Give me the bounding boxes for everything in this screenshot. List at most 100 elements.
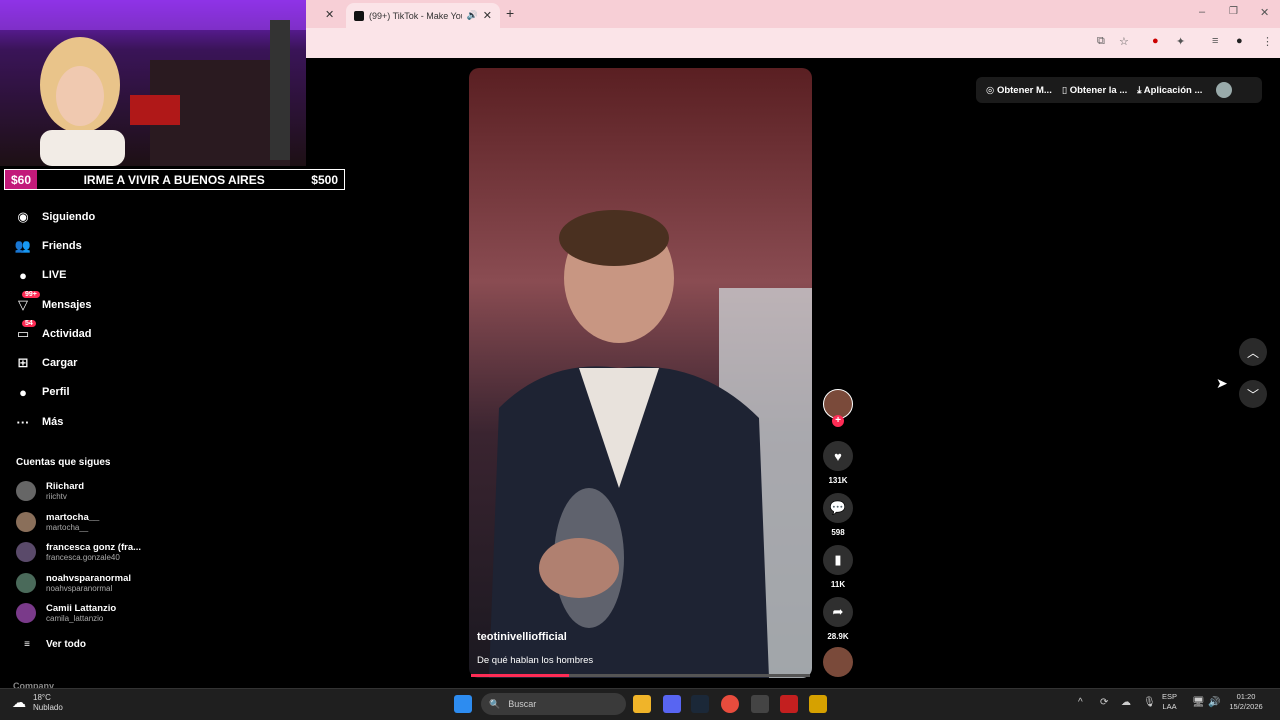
next-video-button[interactable]: ﹀ bbox=[1239, 380, 1267, 408]
account-name: Riichard bbox=[46, 481, 85, 492]
close-window-icon[interactable]: ✕ bbox=[1260, 6, 1269, 19]
account-name: noahvsparanormal bbox=[46, 573, 131, 584]
tray-app-icon[interactable]: ⟳ bbox=[1100, 697, 1108, 708]
app-icon[interactable] bbox=[751, 695, 769, 713]
sidebar-item-cargar[interactable]: ⊞ Cargar bbox=[14, 351, 154, 375]
chrome-icon[interactable] bbox=[721, 695, 739, 713]
list-icon: ≡ bbox=[24, 638, 30, 650]
profile-avatar-icon[interactable]: ● bbox=[1236, 35, 1243, 47]
desktop-app-button[interactable]: ⤓ Aplicación ... bbox=[1137, 85, 1202, 96]
onedrive-icon[interactable]: ☁ bbox=[1121, 697, 1131, 708]
new-tab-button[interactable]: + bbox=[506, 5, 514, 21]
sidebar-item-label: Cargar bbox=[42, 357, 78, 369]
heart-icon: ♥ bbox=[834, 448, 842, 464]
date: 15/2/2026 bbox=[1229, 702, 1263, 711]
save-count: 11K bbox=[830, 580, 846, 589]
sidebar-item-label: Más bbox=[42, 416, 64, 428]
like-button[interactable]: ♥ bbox=[823, 441, 853, 471]
like-count: 131K bbox=[828, 476, 848, 485]
get-coins-button[interactable]: ◎ Obtener M... bbox=[986, 85, 1052, 96]
maximize-icon[interactable]: ❐ bbox=[1229, 6, 1238, 17]
video-progress-fill bbox=[471, 674, 569, 677]
bookmark-star-icon[interactable]: ☆ bbox=[1119, 35, 1129, 48]
friends-icon: 👥 bbox=[14, 238, 32, 253]
layout: LAA bbox=[1162, 702, 1177, 711]
video-author[interactable]: teotinivelliofficial bbox=[477, 631, 567, 643]
activity-icon: ▭ 54 bbox=[14, 320, 36, 343]
sidebar-item-siguiendo[interactable]: ◉ Siguiendo bbox=[14, 205, 154, 229]
account-item[interactable]: Riichard riichtv bbox=[16, 477, 166, 505]
account-name: Camii Lattanzio bbox=[46, 603, 117, 614]
see-all-button[interactable]: ≡ Ver todo bbox=[18, 632, 158, 656]
sidebar-item-label: Actividad bbox=[42, 328, 92, 340]
steam-icon[interactable] bbox=[691, 695, 709, 713]
close-tab-icon[interactable]: ✕ bbox=[325, 8, 334, 21]
install-app-icon[interactable]: ⧉ bbox=[1097, 35, 1105, 48]
browser-tab-tiktok[interactable]: (99+) TikTok - Make Your Da 🔊 ✕ bbox=[346, 3, 500, 28]
obs-icon[interactable] bbox=[809, 695, 827, 713]
sidebar-item-actividad[interactable]: ▭ 54 Actividad bbox=[14, 320, 154, 346]
sidebar-item-label: LIVE bbox=[42, 269, 67, 281]
windows-start-icon[interactable] bbox=[454, 695, 472, 713]
comment-icon: 💬 bbox=[829, 500, 847, 515]
close-tab-icon[interactable]: ✕ bbox=[483, 9, 492, 22]
account-handle: martocha__ bbox=[46, 523, 89, 532]
share-icon: ➦ bbox=[832, 604, 844, 619]
sidebar-item-perfil[interactable]: ● Perfil bbox=[14, 380, 154, 404]
account-item[interactable]: Camii Lattanzio camila_lattanzio bbox=[16, 599, 166, 627]
minimize-icon[interactable]: – bbox=[1199, 6, 1205, 18]
avatar bbox=[16, 481, 36, 501]
save-button[interactable]: ▮ bbox=[823, 545, 853, 575]
previous-video-button[interactable]: ︿ bbox=[1239, 338, 1267, 366]
discord-icon[interactable] bbox=[663, 695, 681, 713]
messages-icon: ▽ 99+ bbox=[14, 291, 40, 314]
account-handle: francesca.gonzale40 bbox=[46, 553, 120, 562]
search-placeholder: Buscar bbox=[508, 699, 537, 709]
volume-icon[interactable]: 🔊 bbox=[1208, 697, 1220, 708]
sidebar-item-friends[interactable]: 👥 Friends bbox=[14, 234, 154, 258]
user-avatar[interactable] bbox=[1216, 82, 1233, 98]
goal-max: $500 bbox=[311, 172, 338, 187]
media-control-icon[interactable]: ≡ bbox=[1212, 35, 1218, 47]
messages-badge: 99+ bbox=[22, 291, 40, 298]
share-button[interactable]: ➦ bbox=[823, 597, 853, 627]
account-handle: camila_lattanzio bbox=[46, 614, 104, 623]
sidebar-item-mensajes[interactable]: ▽ 99+ Mensajes bbox=[14, 291, 154, 317]
sidebar-item-live[interactable]: ● LIVE bbox=[14, 263, 154, 287]
clock[interactable]: 01:20 15/2/2026 bbox=[1226, 692, 1266, 712]
account-item[interactable]: martocha__ martocha__ bbox=[16, 508, 166, 536]
comment-count: 598 bbox=[831, 528, 845, 537]
browser-menu-icon[interactable]: ⋮ bbox=[1262, 35, 1273, 48]
weather-temp: 18°C bbox=[33, 693, 51, 702]
opera-icon[interactable]: ● bbox=[1152, 35, 1159, 47]
sidebar-item-label: Perfil bbox=[42, 386, 70, 398]
tiktok-favicon-icon bbox=[354, 10, 364, 21]
extensions-icon[interactable]: ✦ bbox=[1176, 35, 1185, 48]
weather-widget[interactable]: 18°C Nublado bbox=[33, 693, 63, 713]
network-icon[interactable]: 🖥 bbox=[1192, 697, 1205, 708]
language-indicator[interactable]: ESP LAA bbox=[1162, 692, 1177, 712]
get-coins-label: Obtener M... bbox=[996, 84, 1052, 96]
chevron-down-icon: ﹀ bbox=[1246, 387, 1259, 402]
chevron-up-tray-icon[interactable]: ^ bbox=[1078, 697, 1083, 708]
avatar bbox=[16, 603, 36, 623]
search-icon: 🔍 bbox=[489, 698, 501, 709]
comment-button[interactable]: 💬 bbox=[823, 493, 853, 523]
lang: ESP bbox=[1162, 692, 1178, 701]
app-icon[interactable] bbox=[780, 695, 798, 713]
file-explorer-icon[interactable] bbox=[633, 695, 651, 713]
account-item[interactable]: francesca gonz (fra... francesca.gonzale4… bbox=[16, 538, 166, 566]
audio-icon[interactable]: 🔊 bbox=[467, 10, 478, 21]
goal-name: IRME A VIVIR A BUENOS AIRES bbox=[83, 172, 265, 187]
weather-cloud-icon[interactable]: ☁ bbox=[12, 694, 26, 711]
taskbar-search[interactable]: 🔍 Buscar bbox=[481, 693, 626, 715]
avatar bbox=[16, 512, 36, 532]
activity-badge: 54 bbox=[22, 320, 36, 327]
sidebar-item-mas[interactable]: ··· Más bbox=[14, 410, 154, 434]
music-disc-icon[interactable] bbox=[823, 647, 853, 677]
account-item[interactable]: noahvsparanormal noahvsparanormal bbox=[16, 569, 166, 597]
microphone-icon[interactable]: 🎙 bbox=[1143, 697, 1156, 708]
video-player[interactable] bbox=[469, 68, 812, 678]
get-app-button[interactable]: ▯ Obtener la ... bbox=[1062, 85, 1127, 96]
follow-plus-button[interactable]: + bbox=[832, 415, 844, 427]
